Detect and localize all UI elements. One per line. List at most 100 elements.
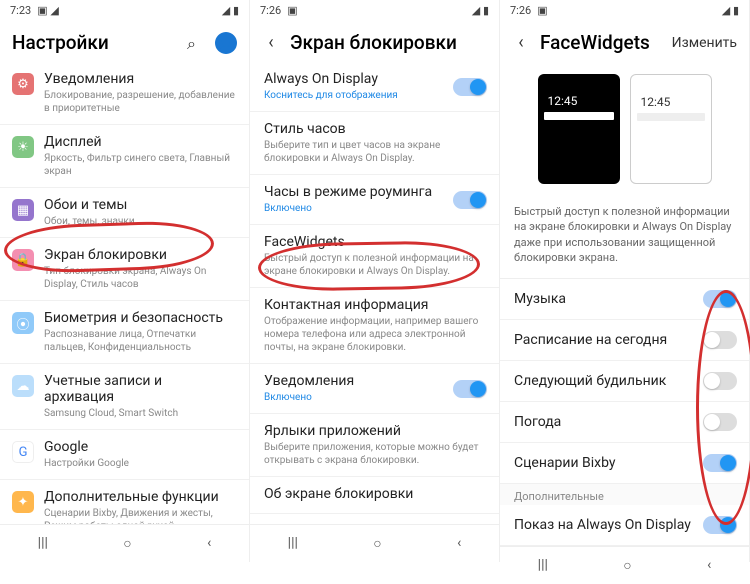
lockscreen-item[interactable]: Стиль часов Выберите тип и цвет часов на … bbox=[250, 112, 499, 175]
item-icon: 🔒 bbox=[12, 249, 34, 271]
page-title: FaceWidgets bbox=[540, 31, 662, 54]
item-subtitle: Распознавание лица, Отпечатки пальцев, К… bbox=[44, 328, 235, 354]
preview-time: 12:45 bbox=[637, 95, 705, 109]
page-title: Настройки bbox=[12, 31, 177, 54]
toggle[interactable] bbox=[703, 290, 737, 308]
preview-dark: 12:45 bbox=[538, 74, 620, 184]
item-icon: ⦿ bbox=[12, 312, 34, 334]
lockscreen-list: Always On DisplayКоснитесь для отображен… bbox=[250, 62, 499, 524]
item-icon: G bbox=[12, 441, 34, 463]
item-subtitle: Выберите приложения, которые можно будет… bbox=[264, 441, 485, 467]
time: 7:26 bbox=[510, 4, 531, 17]
switch-row[interactable]: Музыка bbox=[500, 279, 749, 320]
settings-item[interactable]: ☁ Учетные записи и архивация Samsung Clo… bbox=[0, 364, 249, 430]
recent-button[interactable]: ||| bbox=[38, 535, 48, 552]
settings-item[interactable]: ▦ Обои и темы Обои, темы, значки bbox=[0, 188, 249, 238]
switch-label: Следующий будильник bbox=[514, 373, 666, 389]
lockscreen-item[interactable]: УведомленияВключено bbox=[250, 364, 499, 414]
toggle[interactable] bbox=[703, 454, 737, 472]
switch-label: Показ на Always On Display bbox=[514, 517, 691, 533]
switch-row[interactable]: Погода bbox=[500, 402, 749, 443]
lockscreen-item[interactable]: Ярлыки приложений Выберите приложения, ко… bbox=[250, 414, 499, 477]
item-subtitle: Тип блокировки экрана, Always On Display… bbox=[44, 265, 235, 291]
page-title: Экран блокировки bbox=[290, 31, 487, 54]
item-subtitle: Сценарии Bixby, Движения и жесты, Режим … bbox=[44, 507, 235, 524]
item-icon: ✦ bbox=[12, 491, 34, 513]
lockscreen-item[interactable]: Контактная информацияОтображение информа… bbox=[250, 288, 499, 364]
recent-button[interactable]: ||| bbox=[538, 557, 548, 574]
item-subtitle: Обои, темы, значки bbox=[44, 215, 235, 228]
switch-row[interactable]: Расписание на сегодня bbox=[500, 320, 749, 361]
back-button[interactable]: ‹ bbox=[457, 535, 461, 552]
avatar[interactable]: 👤 bbox=[215, 32, 237, 54]
item-title: Об экране блокировки bbox=[264, 486, 485, 502]
back-button[interactable]: ‹ bbox=[707, 557, 711, 574]
toggle[interactable] bbox=[453, 78, 487, 96]
home-button[interactable]: ○ bbox=[623, 557, 631, 574]
time: 7:26 bbox=[260, 4, 281, 17]
home-button[interactable]: ○ bbox=[373, 535, 381, 552]
home-button[interactable]: ○ bbox=[123, 535, 131, 552]
edit-action[interactable]: Изменить bbox=[672, 35, 737, 51]
notif-icon: ▣ ◢ bbox=[37, 4, 59, 17]
settings-item[interactable]: ⦿ Биометрия и безопасность Распознавание… bbox=[0, 301, 249, 364]
item-title: Always On Display bbox=[264, 71, 485, 87]
item-title: Ярлыки приложений bbox=[264, 423, 485, 439]
item-title: Учетные записи и архивация bbox=[44, 373, 235, 405]
settings-screen: 7:23▣ ◢ ◢ ▮ Настройки ⌕ 👤 ⚙ Уведомления … bbox=[0, 0, 250, 562]
recent-button[interactable]: ||| bbox=[288, 535, 298, 552]
notif-icon: ▣ bbox=[537, 4, 547, 17]
search-icon[interactable]: ⌕ bbox=[187, 34, 205, 52]
switch-label: Погода bbox=[514, 414, 561, 430]
lockscreen-item[interactable]: Always On DisplayКоснитесь для отображен… bbox=[250, 62, 499, 112]
navbar: ||| ○ ‹ bbox=[500, 546, 749, 584]
item-title: Стиль часов bbox=[264, 121, 485, 137]
signal-icon: ◢ ▮ bbox=[722, 4, 739, 17]
toggle[interactable] bbox=[453, 380, 487, 398]
settings-item[interactable]: ⚙ Уведомления Блокирование, разрешение, … bbox=[0, 62, 249, 125]
section-label: Дополнительные bbox=[500, 484, 749, 505]
toggle[interactable] bbox=[453, 191, 487, 209]
toggle[interactable] bbox=[703, 413, 737, 431]
item-title: Часы в режиме роуминга bbox=[264, 184, 485, 200]
header: ‹ Экран блокировки bbox=[250, 21, 499, 62]
lockscreen-settings-screen: 7:26 ▣ ◢ ▮ ‹ Экран блокировки Always On D… bbox=[250, 0, 500, 562]
toggle[interactable] bbox=[703, 331, 737, 349]
preview-widget-bar bbox=[637, 113, 705, 121]
preview-time: 12:45 bbox=[544, 94, 614, 108]
back-icon[interactable]: ‹ bbox=[262, 34, 280, 52]
lockscreen-item[interactable]: Об экране блокировки bbox=[250, 477, 499, 514]
lockscreen-item[interactable]: FaceWidgetsБыстрый доступ к полезной инф… bbox=[250, 225, 499, 288]
item-icon: ☁ bbox=[12, 375, 34, 397]
settings-item[interactable]: G Google Настройки Google bbox=[0, 430, 249, 480]
toggle[interactable] bbox=[703, 516, 737, 534]
statusbar: 7:26 ▣ ◢ ▮ bbox=[500, 0, 749, 21]
item-subtitle: Выберите тип и цвет часов на экране блок… bbox=[264, 139, 485, 165]
item-subtitle: Samsung Cloud, Smart Switch bbox=[44, 407, 235, 420]
statusbar: 7:26 ▣ ◢ ▮ bbox=[250, 0, 499, 21]
item-title: Дополнительные функции bbox=[44, 489, 235, 505]
item-subtitle: Включено bbox=[264, 391, 485, 404]
settings-item[interactable]: 🔒 Экран блокировки Тип блокировки экрана… bbox=[0, 238, 249, 301]
switch-row[interactable]: Сценарии Bixby bbox=[500, 443, 749, 484]
switch-label: Музыка bbox=[514, 291, 566, 307]
settings-list: ⚙ Уведомления Блокирование, разрешение, … bbox=[0, 62, 249, 524]
item-subtitle: Блокирование, разрешение, добавление в п… bbox=[44, 89, 235, 115]
lockscreen-item[interactable]: Часы в режиме роумингаВключено bbox=[250, 175, 499, 225]
settings-item[interactable]: ✦ Дополнительные функции Сценарии Bixby,… bbox=[0, 480, 249, 524]
settings-item[interactable]: ☀ Дисплей Яркость, Фильтр синего света, … bbox=[0, 125, 249, 188]
notif-icon: ▣ bbox=[287, 4, 297, 17]
back-icon[interactable]: ‹ bbox=[512, 34, 530, 52]
item-title: FaceWidgets bbox=[264, 234, 485, 250]
item-subtitle: Отображение информации, например вашего … bbox=[264, 315, 485, 354]
statusbar: 7:23▣ ◢ ◢ ▮ bbox=[0, 0, 249, 21]
toggle[interactable] bbox=[703, 372, 737, 390]
switch-row-aod[interactable]: Показ на Always On Display bbox=[500, 505, 749, 546]
back-button[interactable]: ‹ bbox=[207, 535, 211, 552]
preview-light: 12:45 bbox=[630, 74, 712, 184]
item-title: Уведомления bbox=[44, 71, 235, 87]
facewidgets-screen: 7:26 ▣ ◢ ▮ ‹ FaceWidgets Изменить 12:45 1… bbox=[500, 0, 750, 562]
preview-area: 12:45 12:45 bbox=[500, 62, 749, 196]
switch-row[interactable]: Следующий будильник bbox=[500, 361, 749, 402]
signal-icon: ◢ ▮ bbox=[472, 4, 489, 17]
